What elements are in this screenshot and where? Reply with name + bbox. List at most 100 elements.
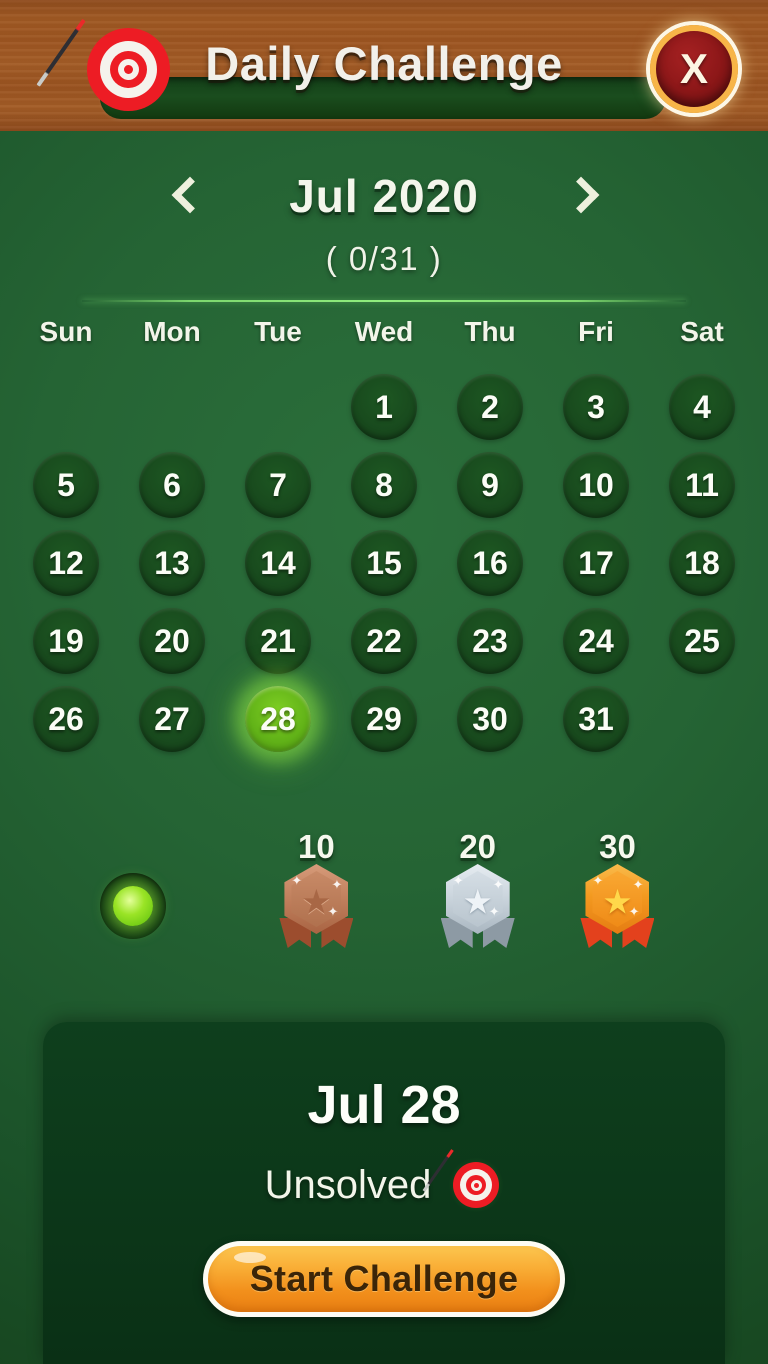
close-button[interactable]: X bbox=[650, 25, 738, 113]
calendar-day-3[interactable]: 3 bbox=[563, 374, 629, 440]
calendar-cell: 17 bbox=[543, 524, 649, 602]
calendar-cell: 2 bbox=[437, 368, 543, 446]
calendar-day-26[interactable]: 26 bbox=[33, 686, 99, 752]
calendar-day-11[interactable]: 11 bbox=[669, 452, 735, 518]
bronze-medal-icon[interactable]: ★ ✦ ✦ ✦ bbox=[277, 860, 355, 948]
start-challenge-label: Start Challenge bbox=[249, 1258, 519, 1299]
calendar-day-grid: 1 2 3 4 5 6 7 8 9 10 11 12 13 14 15 16 17 18 19 20 21 22 23 24 2… bbox=[13, 368, 755, 758]
calendar-day-2[interactable]: 2 bbox=[457, 374, 523, 440]
calendar-day-8[interactable]: 8 bbox=[351, 452, 417, 518]
month-progress-count: ( 0/31 ) bbox=[325, 240, 443, 277]
sparkle-icon: ✦ bbox=[327, 904, 339, 919]
calendar-cell: 4 bbox=[649, 368, 755, 446]
calendar-cell: 7 bbox=[225, 446, 331, 524]
calendar-cell: 31 bbox=[543, 680, 649, 758]
calendar-cell: 28 bbox=[225, 680, 331, 758]
calendar-cell: 18 bbox=[649, 524, 755, 602]
calendar-cell: 14 bbox=[225, 524, 331, 602]
calendar-day-9[interactable]: 9 bbox=[457, 452, 523, 518]
calendar-day-12[interactable]: 12 bbox=[33, 530, 99, 596]
sparkle-icon: ✦ bbox=[488, 904, 500, 919]
target-bullseye bbox=[124, 65, 133, 74]
weekday-header: Fri bbox=[578, 316, 614, 347]
calendar-day-6[interactable]: 6 bbox=[139, 452, 205, 518]
chevron-right-icon[interactable] bbox=[566, 174, 596, 218]
silver-medal-icon[interactable]: ★ ✦ ✦ ✦ bbox=[439, 860, 517, 948]
calendar-day-14[interactable]: 14 bbox=[245, 530, 311, 596]
calendar-cell: 27 bbox=[119, 680, 225, 758]
month-label: Jul 2020 bbox=[289, 170, 479, 222]
sparkle-icon: ✦ bbox=[592, 873, 604, 888]
calendar-day-17[interactable]: 17 bbox=[563, 530, 629, 596]
calendar-cell-empty bbox=[225, 368, 331, 446]
calendar-cell: 22 bbox=[331, 602, 437, 680]
calendar-day-21[interactable]: 21 bbox=[245, 608, 311, 674]
calendar-day-7[interactable]: 7 bbox=[245, 452, 311, 518]
calendar-day-22[interactable]: 22 bbox=[351, 608, 417, 674]
calendar-cell-empty bbox=[13, 368, 119, 446]
calendar-day-20[interactable]: 20 bbox=[139, 608, 205, 674]
detail-status-row: Unsolved bbox=[43, 1149, 725, 1212]
calendar-cell: 10 bbox=[543, 446, 649, 524]
calendar-cell: 1 bbox=[331, 368, 437, 446]
weekday-header: Mon bbox=[143, 316, 201, 347]
gold-medal-icon[interactable]: ★ ✦ ✦ ✦ bbox=[578, 860, 656, 948]
calendar-day-27[interactable]: 27 bbox=[139, 686, 205, 752]
calendar-cell: 25 bbox=[649, 602, 755, 680]
calendar-day-5[interactable]: 5 bbox=[33, 452, 99, 518]
calendar-day-30[interactable]: 30 bbox=[457, 686, 523, 752]
weekday-header: Tue bbox=[254, 316, 302, 347]
calendar-day-13[interactable]: 13 bbox=[139, 530, 205, 596]
month-navigation: Jul 2020 bbox=[0, 160, 768, 232]
progress-knob bbox=[100, 873, 166, 939]
calendar-day-19[interactable]: 19 bbox=[33, 608, 99, 674]
calendar-cell: 6 bbox=[119, 446, 225, 524]
calendar-cell: 23 bbox=[437, 602, 543, 680]
calendar-day-4[interactable]: 4 bbox=[669, 374, 735, 440]
calendar-cell: 11 bbox=[649, 446, 755, 524]
sparkle-icon: ✦ bbox=[291, 873, 303, 888]
calendar-cell: 29 bbox=[331, 680, 437, 758]
weekday-header-row: Sun Mon Tue Wed Thu Fri Sat bbox=[13, 306, 755, 358]
calendar-day-25[interactable]: 25 bbox=[669, 608, 735, 674]
sparkle-icon: ✦ bbox=[628, 904, 640, 919]
target-icon bbox=[36, 18, 170, 111]
target-icon bbox=[422, 1149, 504, 1212]
calendar-cell: 19 bbox=[13, 602, 119, 680]
weekday-header: Sun bbox=[39, 316, 93, 347]
calendar-cell: 20 bbox=[119, 602, 225, 680]
calendar-cell: 9 bbox=[437, 446, 543, 524]
calendar: Sun Mon Tue Wed Thu Fri Sat 1 2 3 4 5 6 7 8 9 10 11 12 13 1… bbox=[13, 306, 755, 758]
calendar-day-31[interactable]: 31 bbox=[563, 686, 629, 752]
status-badge: Unsolved bbox=[264, 1162, 432, 1207]
calendar-day-10[interactable]: 10 bbox=[563, 452, 629, 518]
calendar-cell: 21 bbox=[225, 602, 331, 680]
calendar-cell: 24 bbox=[543, 602, 649, 680]
calendar-day-16[interactable]: 16 bbox=[457, 530, 523, 596]
calendar-cell: 12 bbox=[13, 524, 119, 602]
calendar-cell: 16 bbox=[437, 524, 543, 602]
calendar-cell: 8 bbox=[331, 446, 437, 524]
divider bbox=[82, 300, 686, 302]
calendar-day-15[interactable]: 15 bbox=[351, 530, 417, 596]
sparkle-icon: ✦ bbox=[632, 877, 644, 892]
detail-date: Jul 28 bbox=[307, 1075, 461, 1135]
calendar-day-23[interactable]: 23 bbox=[457, 608, 523, 674]
weekday-header: Thu bbox=[464, 316, 516, 347]
close-icon: X bbox=[679, 45, 708, 92]
calendar-cell: 26 bbox=[13, 680, 119, 758]
sparkle-icon: ✦ bbox=[452, 873, 464, 888]
calendar-cell: 13 bbox=[119, 524, 225, 602]
calendar-day-1[interactable]: 1 bbox=[351, 374, 417, 440]
chevron-left-icon[interactable] bbox=[172, 174, 202, 218]
calendar-day-29[interactable]: 29 bbox=[351, 686, 417, 752]
weekday-header: Sat bbox=[680, 316, 724, 347]
calendar-day-18[interactable]: 18 bbox=[669, 530, 735, 596]
weekday-header: Wed bbox=[354, 316, 414, 347]
calendar-cell: 15 bbox=[331, 524, 437, 602]
calendar-day-24[interactable]: 24 bbox=[563, 608, 629, 674]
sparkle-icon: ✦ bbox=[492, 877, 504, 892]
start-challenge-button[interactable]: Start Challenge bbox=[203, 1241, 565, 1317]
calendar-cell: 3 bbox=[543, 368, 649, 446]
calendar-day-28[interactable]: 28 bbox=[245, 686, 311, 752]
